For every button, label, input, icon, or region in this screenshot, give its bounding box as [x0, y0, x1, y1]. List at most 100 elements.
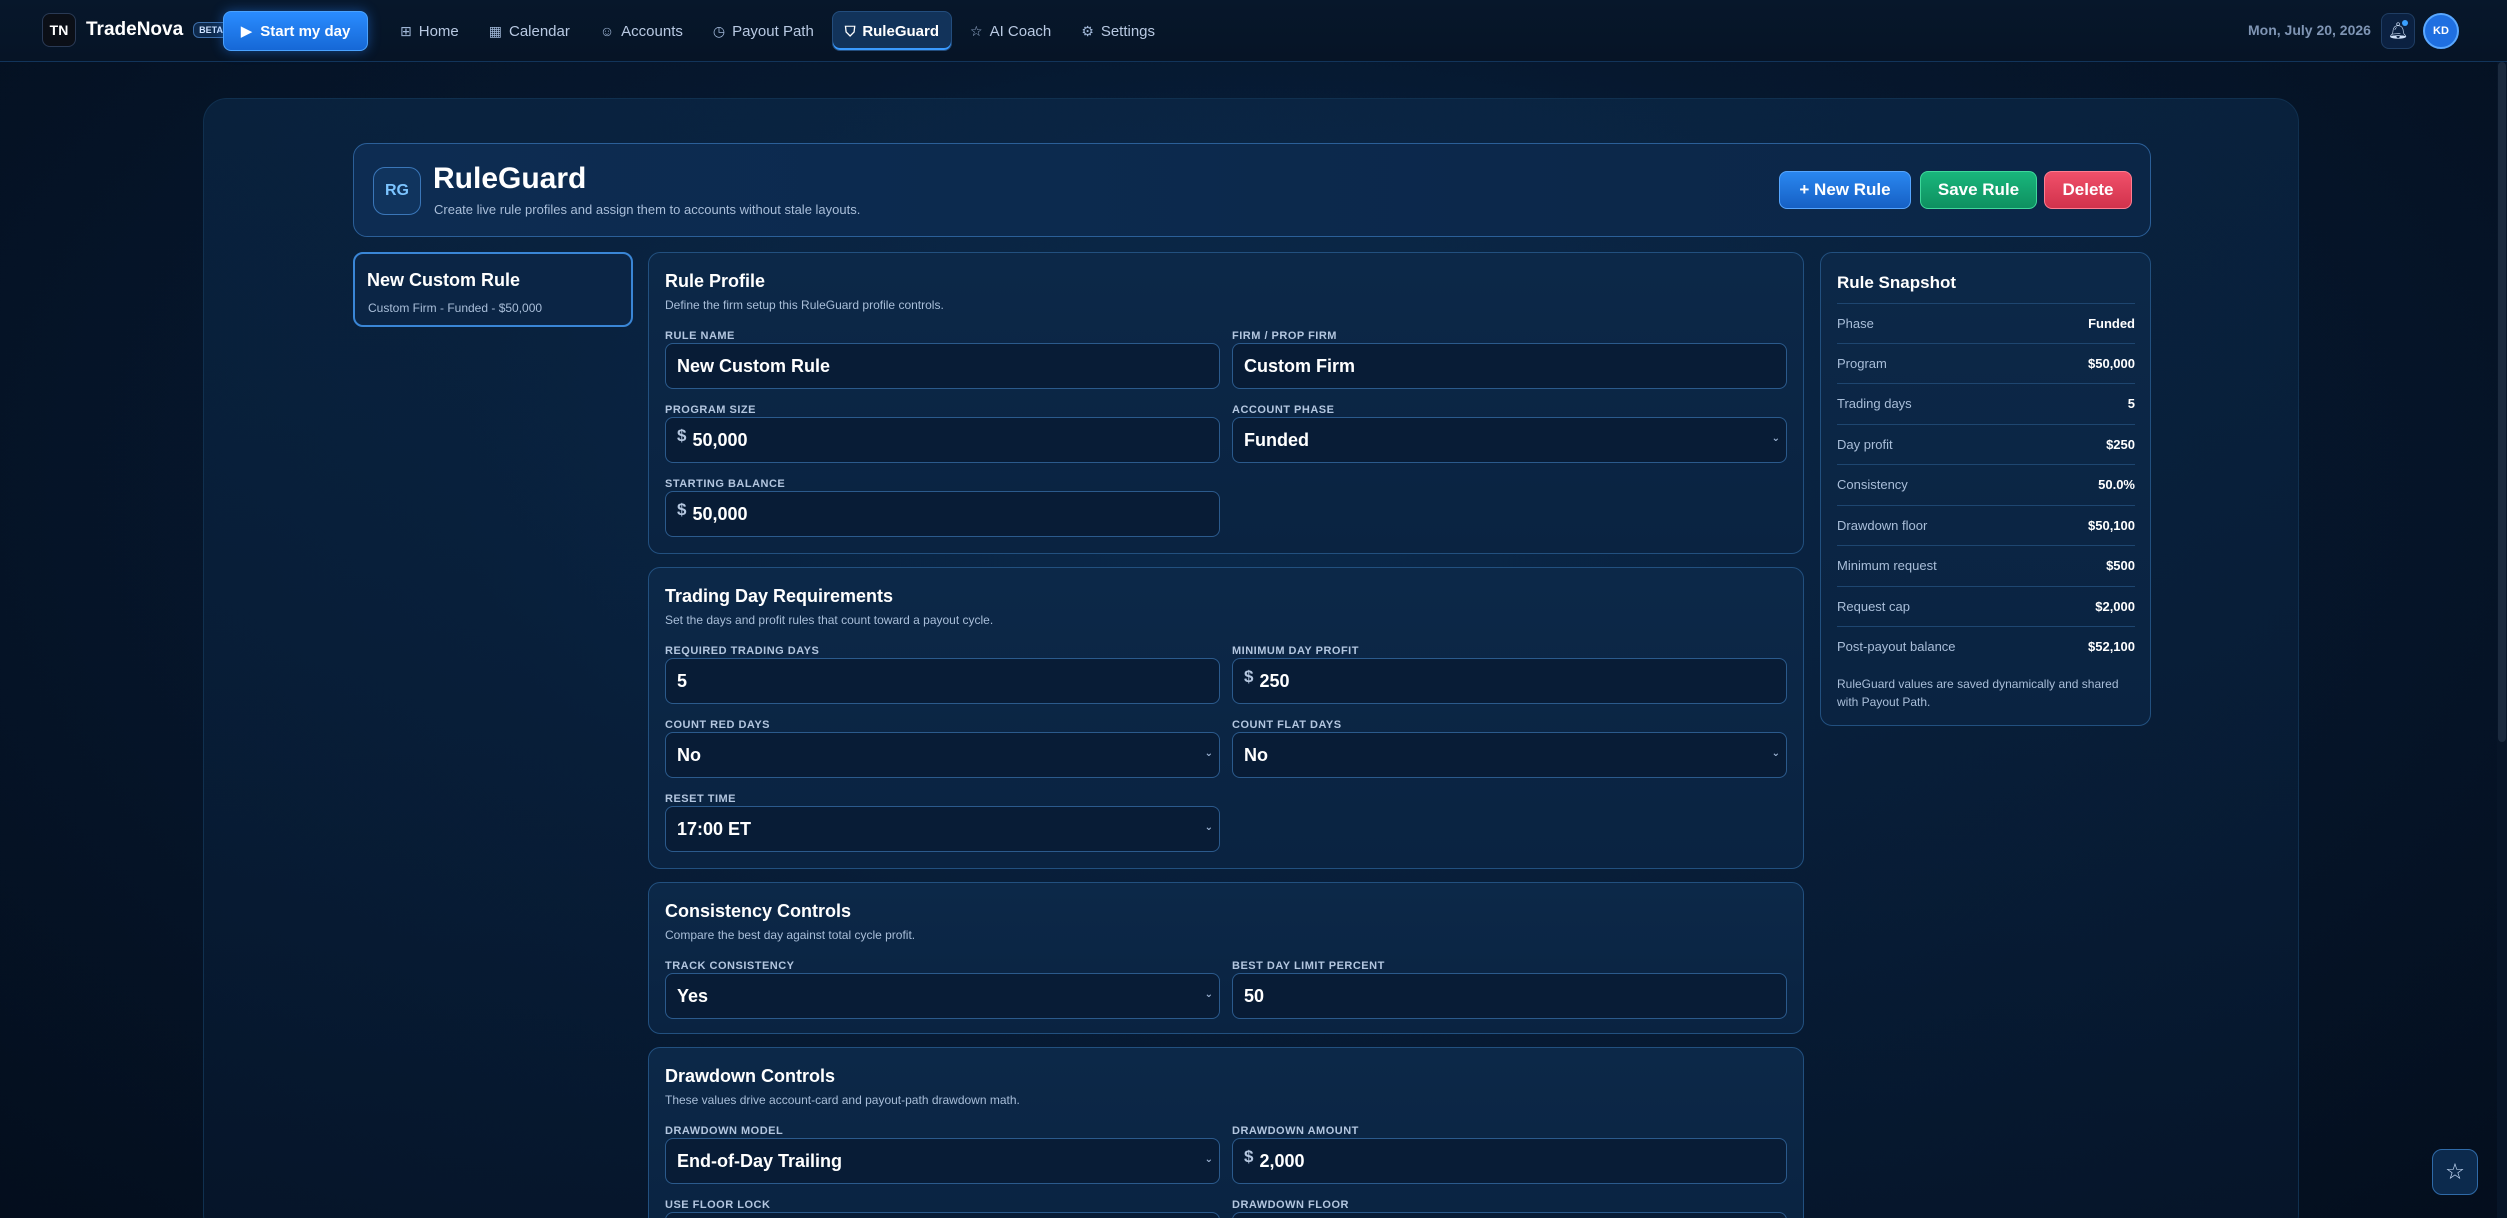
favorite-button[interactable]: ☆ [2432, 1149, 2478, 1195]
trading-day-section: Trading Day Requirements Set the days an… [648, 567, 1804, 869]
field-label: ACCOUNT PHASE [1232, 404, 1335, 416]
count-flat-days-select[interactable]: No ⌄ [1232, 732, 1787, 778]
star-icon: ☆ [970, 22, 983, 39]
field-label: TRACK CONSISTENCY [665, 960, 795, 972]
field-value: New Custom Rule [677, 355, 831, 376]
field-label: DRAWDOWN FLOOR [1232, 1199, 1349, 1211]
play-icon: ▶ [240, 23, 253, 40]
users-icon: ☺ [599, 23, 615, 39]
snapshot-value: 5 [2127, 396, 2135, 411]
field-value: Custom Firm [1244, 355, 1356, 376]
delete-rule-button[interactable]: Delete [2044, 171, 2132, 209]
use-floor-lock-select[interactable] [665, 1212, 1220, 1218]
start-my-day-label: Start my day [260, 22, 351, 40]
nav-label: Calendar [508, 22, 570, 40]
snapshot-key: Phase [1837, 316, 1874, 331]
star-icon: ☆ [2445, 1159, 2465, 1184]
nav-calendar[interactable]: ▦ Calendar [477, 11, 582, 51]
save-rule-button[interactable]: Save Rule [1920, 171, 2037, 209]
snapshot-value: $500 [2106, 558, 2135, 573]
nav-label: Accounts [621, 22, 683, 40]
nav-label: Payout Path [732, 22, 814, 40]
nav-ai-coach[interactable]: ☆ AI Coach [958, 11, 1063, 51]
snapshot-key: Post-payout balance [1837, 639, 1956, 654]
avatar[interactable]: KD [2423, 13, 2459, 49]
field-value: No [1244, 744, 1268, 765]
current-date: Mon, July 20, 2026 [2248, 22, 2371, 38]
page-subtitle: Create live rule profiles and assign the… [434, 202, 861, 217]
chevron-down-icon: ⌄ [1204, 748, 1213, 759]
scrollbar-thumb[interactable] [2498, 62, 2506, 742]
field-value: Yes [677, 985, 709, 1006]
nav-label: Home [418, 22, 459, 40]
field-value: 50,000 [692, 429, 748, 450]
snapshot-key: Drawdown floor [1837, 518, 1928, 533]
section-subtitle: These values drive account-card and payo… [665, 1093, 1020, 1107]
ruleguard-header: RG RuleGuard Create live rule profiles a… [353, 143, 2151, 237]
starting-balance-input[interactable]: $ 50,000 [665, 491, 1220, 537]
snapshot-row: Post-payout balance $52,100 [1837, 626, 2135, 666]
field-value: 50 [1244, 985, 1265, 1006]
account-phase-select[interactable]: Funded ⌄ [1232, 417, 1787, 463]
drawdown-section: Drawdown Controls These values drive acc… [648, 1047, 1804, 1218]
main-nav: ⊞ Home ▦ Calendar ☺ Accounts ◷ Payout Pa… [388, 11, 1167, 51]
snapshot-value: Funded [2088, 316, 2135, 331]
field-label: DRAWDOWN AMOUNT [1232, 1125, 1359, 1137]
track-consistency-select[interactable]: Yes ⌄ [665, 973, 1220, 1019]
minimum-day-profit-input[interactable]: $ 250 [1232, 658, 1787, 704]
count-red-days-select[interactable]: No ⌄ [665, 732, 1220, 778]
drawdown-amount-input[interactable]: $ 2,000 [1232, 1138, 1787, 1184]
snapshot-row: Program $50,000 [1837, 343, 2135, 383]
nav-label: AI Coach [989, 22, 1052, 40]
section-title: Consistency Controls [665, 901, 852, 921]
nav-payout-path[interactable]: ◷ Payout Path [701, 11, 826, 51]
program-size-input[interactable]: $ 50,000 [665, 417, 1220, 463]
currency-symbol: $ [677, 426, 687, 445]
field-label: BEST DAY LIMIT PERCENT [1232, 960, 1385, 972]
start-my-day-button[interactable]: ▶ Start my day [223, 11, 368, 51]
snapshot-value: $52,100 [2088, 639, 2135, 654]
nav-settings[interactable]: ⚙ Settings [1069, 11, 1167, 51]
field-label: DRAWDOWN MODEL [665, 1125, 784, 1137]
rule-name-input[interactable]: New Custom Rule [665, 343, 1220, 389]
firm-input[interactable]: Custom Firm [1232, 343, 1787, 389]
reset-time-select[interactable]: 17:00 ET ⌄ [665, 806, 1220, 852]
nav-label: Settings [1100, 22, 1156, 40]
nav-home[interactable]: ⊞ Home [388, 11, 471, 51]
nav-ruleguard[interactable]: ⛉ RuleGuard [831, 11, 952, 51]
field-label: MINIMUM DAY PROFIT [1232, 645, 1359, 657]
brand[interactable]: TN TradeNova BETA [42, 13, 229, 47]
notifications-button[interactable]: 🔔︎ [2381, 13, 2415, 49]
snapshot-row: Phase Funded [1837, 303, 2135, 343]
section-subtitle: Define the firm setup this RuleGuard pro… [665, 298, 944, 312]
nav-accounts[interactable]: ☺ Accounts [588, 11, 695, 51]
rule-list-item[interactable]: New Custom Rule Custom Firm - Funded - $… [353, 252, 633, 327]
snapshot-key: Program [1837, 356, 1887, 371]
drawdown-model-select[interactable]: End-of-Day Trailing ⌄ [665, 1138, 1220, 1184]
drawdown-floor-input[interactable] [1232, 1212, 1787, 1218]
brand-name: TradeNova [86, 19, 184, 40]
snapshot-note: RuleGuard values are saved dynamically a… [1837, 677, 2119, 709]
chevron-down-icon: ⌄ [1771, 433, 1780, 444]
snapshot-value: $50,100 [2088, 518, 2135, 533]
field-label: USE FLOOR LOCK [665, 1199, 771, 1211]
shield-icon: ⛉ [844, 22, 856, 39]
snapshot-row: Consistency 50.0% [1837, 464, 2135, 504]
snapshot-value: $50,000 [2088, 356, 2135, 371]
field-value: 250 [1259, 670, 1290, 691]
snapshot-key: Request cap [1837, 599, 1910, 614]
field-value: 50,000 [692, 503, 748, 524]
chevron-down-icon: ⌄ [1771, 748, 1780, 759]
clock-icon: ◷ [712, 22, 726, 39]
required-trading-days-input[interactable]: 5 [665, 658, 1220, 704]
page-title: RuleGuard [433, 162, 587, 195]
new-rule-button[interactable]: + New Rule [1779, 171, 1911, 209]
snapshot-value: $2,000 [2095, 599, 2135, 614]
rule-list-item-title: New Custom Rule [367, 270, 521, 290]
field-label: REQUIRED TRADING DAYS [665, 645, 820, 657]
field-label: PROGRAM SIZE [665, 404, 756, 416]
currency-symbol: $ [1244, 1147, 1254, 1166]
rule-list-item-subtitle: Custom Firm - Funded - $50,000 [368, 301, 543, 315]
best-day-limit-input[interactable]: 50 [1232, 973, 1787, 1019]
section-title: Trading Day Requirements [665, 586, 894, 606]
